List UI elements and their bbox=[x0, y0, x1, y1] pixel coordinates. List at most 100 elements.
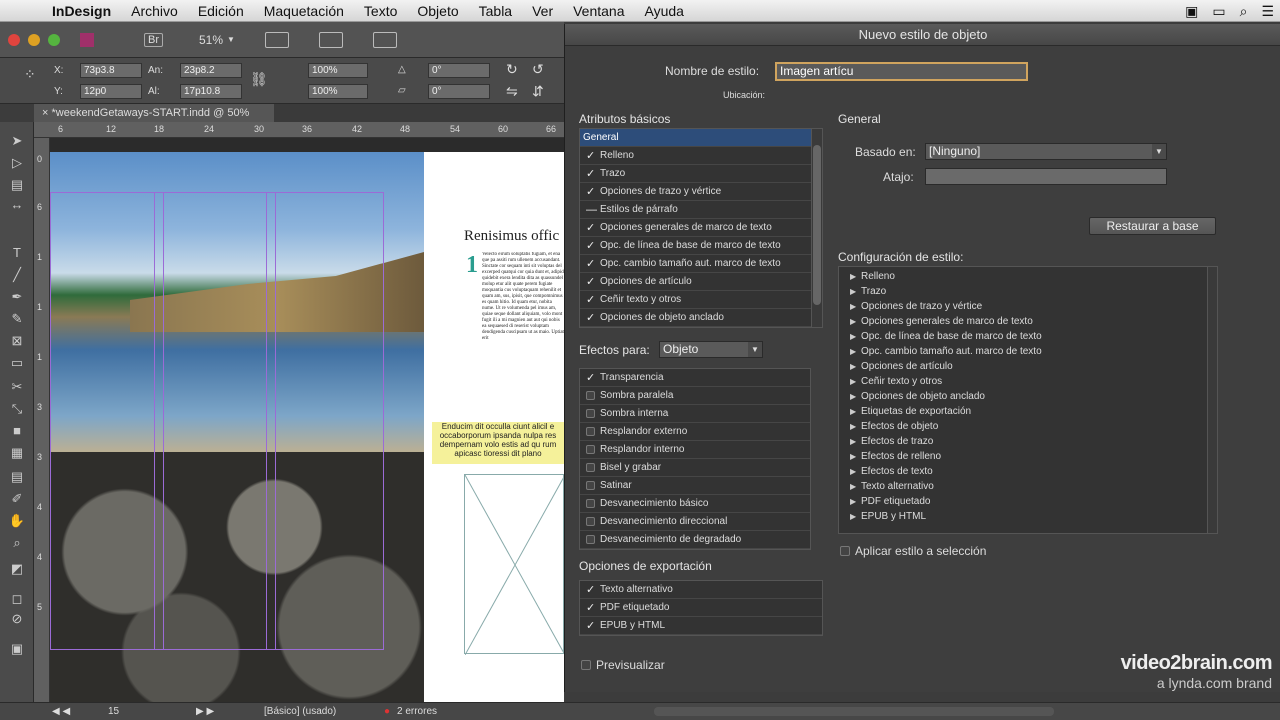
style-settings-scrollbar[interactable] bbox=[1207, 267, 1217, 533]
list-item[interactable]: ✓ EPUB y HTML bbox=[580, 617, 822, 635]
page-number[interactable]: 15 bbox=[108, 706, 119, 717]
tree-item[interactable]: ▶ PDF etiquetado bbox=[839, 494, 1217, 509]
rotate-cw-icon[interactable]: ↻ bbox=[506, 61, 518, 78]
camera-icon[interactable]: ▣ bbox=[1185, 3, 1198, 20]
shear-field[interactable]: 0° bbox=[428, 84, 490, 99]
checkbox-checked-icon[interactable]: ✓ bbox=[586, 237, 595, 255]
formatting-icon[interactable]: ◻ bbox=[8, 592, 26, 606]
checkbox-unchecked-icon[interactable] bbox=[586, 463, 595, 472]
gradient-feather-tool-icon[interactable]: ▦ bbox=[8, 446, 26, 460]
pencil-tool-icon[interactable]: ✎ bbox=[8, 312, 26, 326]
minimize-window-button[interactable] bbox=[28, 33, 40, 46]
checkbox-checked-icon[interactable]: ✓ bbox=[586, 599, 595, 617]
direct-selection-tool-icon[interactable]: ▷ bbox=[8, 156, 26, 170]
search-icon[interactable]: ⌕ bbox=[1240, 3, 1248, 20]
tree-item[interactable]: ▶ Trazo bbox=[839, 284, 1217, 299]
apply-style-checkbox[interactable] bbox=[840, 546, 850, 556]
menu-maquetacion[interactable]: Maquetación bbox=[254, 3, 354, 19]
list-item[interactable]: Desvanecimiento de degradado bbox=[580, 531, 810, 549]
disclosure-triangle-icon[interactable]: ▶ bbox=[850, 419, 856, 434]
list-item[interactable]: ✓ Opciones de artículo bbox=[580, 273, 822, 291]
tree-item[interactable]: ▶ Efectos de relleno bbox=[839, 449, 1217, 464]
checkbox-unchecked-icon[interactable] bbox=[586, 481, 595, 490]
checkbox-unchecked-icon[interactable] bbox=[586, 427, 595, 436]
chevron-down-icon[interactable]: ▼ bbox=[227, 35, 235, 44]
style-name-input[interactable]: Imagen artícu bbox=[775, 62, 1028, 81]
tree-item[interactable]: ▶ Opciones generales de marco de texto bbox=[839, 314, 1217, 329]
checkbox-checked-icon[interactable]: ✓ bbox=[586, 273, 595, 291]
pull-quote[interactable]: Enducim dit occulla ciunt alicil e occab… bbox=[432, 422, 564, 464]
list-item[interactable]: ✓ Opc. cambio tamaño aut. marco de texto bbox=[580, 255, 822, 273]
tree-item[interactable]: ▶ Opc. de línea de base de marco de texto bbox=[839, 329, 1217, 344]
menu-objeto[interactable]: Objeto bbox=[407, 3, 468, 19]
menu-texto[interactable]: Texto bbox=[354, 3, 407, 19]
disclosure-triangle-icon[interactable]: ▶ bbox=[850, 344, 856, 359]
preview-checkbox[interactable] bbox=[581, 660, 591, 670]
list-item[interactable]: ✓ Opc. de línea de base de marco de texto bbox=[580, 237, 822, 255]
flip-horizontal-icon[interactable]: ⇋ bbox=[506, 83, 518, 100]
disclosure-triangle-icon[interactable]: ▶ bbox=[850, 494, 856, 509]
list-item[interactable]: ✓ Ceñir texto y otros bbox=[580, 291, 822, 309]
disclosure-triangle-icon[interactable]: ▶ bbox=[850, 404, 856, 419]
checkbox-checked-icon[interactable]: ✓ bbox=[586, 617, 595, 635]
menu-ventana[interactable]: Ventana bbox=[563, 3, 634, 19]
list-item[interactable]: ✓ Texto alternativo bbox=[580, 581, 822, 599]
page-next-icon[interactable]: ▶ ▶ bbox=[196, 706, 214, 717]
disclosure-triangle-icon[interactable]: ▶ bbox=[850, 329, 856, 344]
tree-item[interactable]: ▶ Opciones de objeto anclado bbox=[839, 389, 1217, 404]
zoom-window-button[interactable] bbox=[48, 33, 60, 46]
checkbox-unchecked-icon[interactable] bbox=[586, 499, 595, 508]
rectangle-frame-tool-icon[interactable]: ⊠ bbox=[8, 334, 26, 348]
disclosure-triangle-icon[interactable]: ▶ bbox=[850, 449, 856, 464]
fill-stroke-icon[interactable]: ◩ bbox=[8, 562, 26, 576]
empty-graphic-frame[interactable] bbox=[464, 474, 564, 655]
checkbox-unchecked-icon[interactable] bbox=[586, 517, 595, 526]
checkbox-checked-icon[interactable]: ✓ bbox=[586, 291, 595, 309]
arrange-documents-icon[interactable] bbox=[372, 31, 397, 48]
coastal-photo[interactable] bbox=[50, 152, 424, 702]
checkbox-checked-icon[interactable]: ✓ bbox=[586, 183, 595, 201]
tree-item[interactable]: ▶ Opciones de trazo y vértice bbox=[839, 299, 1217, 314]
disclosure-triangle-icon[interactable]: ▶ bbox=[850, 299, 856, 314]
horizontal-scrollbar[interactable] bbox=[654, 707, 1054, 716]
list-item[interactable]: Desvanecimiento básico bbox=[580, 495, 810, 513]
list-item[interactable]: ✓ Opciones generales de marco de texto bbox=[580, 219, 822, 237]
zoom-tool-icon[interactable]: ⌕ bbox=[8, 536, 26, 550]
list-item[interactable]: ✓ Trazo bbox=[580, 165, 822, 183]
close-window-button[interactable] bbox=[8, 33, 20, 46]
menu-tabla[interactable]: Tabla bbox=[469, 3, 522, 19]
checkbox-checked-icon[interactable]: ✓ bbox=[586, 581, 595, 599]
gap-tool-icon[interactable]: ↔ bbox=[8, 198, 26, 212]
view-options-icon[interactable] bbox=[264, 31, 289, 48]
gradient-swatch-tool-icon[interactable]: ■ bbox=[8, 424, 26, 438]
checkbox-checked-icon[interactable]: ✓ bbox=[586, 165, 595, 183]
checkbox-checked-icon[interactable]: ✓ bbox=[586, 369, 595, 387]
list-item[interactable]: ✓ Opciones de trazo y vértice bbox=[580, 183, 822, 201]
height-field[interactable]: 17p10.8 bbox=[180, 84, 242, 99]
disclosure-triangle-icon[interactable]: ▶ bbox=[850, 359, 856, 374]
list-menu-icon[interactable]: ☰ bbox=[1261, 3, 1274, 20]
checkbox-unchecked-icon[interactable] bbox=[586, 445, 595, 454]
scale-y-field[interactable]: 100% bbox=[308, 84, 368, 99]
disclosure-triangle-icon[interactable]: ▶ bbox=[850, 269, 856, 284]
screen-icon[interactable]: ▭ bbox=[1212, 3, 1225, 20]
zoom-level[interactable]: 51% bbox=[199, 33, 223, 47]
list-item[interactable]: ✓ Opciones de objeto anclado bbox=[580, 309, 822, 327]
horizontal-ruler[interactable]: 6 12 18 24 30 36 42 48 54 60 66 bbox=[34, 122, 564, 138]
tree-item[interactable]: ▶ Efectos de texto bbox=[839, 464, 1217, 479]
tree-item[interactable]: ▶ Efectos de objeto bbox=[839, 419, 1217, 434]
x-field[interactable]: 73p3.8 bbox=[80, 63, 142, 78]
reset-to-base-button[interactable]: Restaurar a base bbox=[1089, 217, 1216, 235]
tree-item[interactable]: ▶ Relleno bbox=[839, 269, 1217, 284]
eyedropper-tool-icon[interactable]: ✐ bbox=[8, 492, 26, 506]
list-item[interactable]: ✓ PDF etiquetado bbox=[580, 599, 822, 617]
article-body-text[interactable]: Velecto eirum soluptatis fugiam, et ena … bbox=[464, 252, 564, 432]
object-style-status[interactable]: [Básico] (usado) bbox=[264, 706, 336, 717]
rotate-ccw-icon[interactable]: ↺ bbox=[532, 61, 544, 78]
checkbox-unchecked-icon[interactable] bbox=[586, 535, 595, 544]
menu-ver[interactable]: Ver bbox=[522, 3, 563, 19]
preflight-errors[interactable]: 2 errores bbox=[397, 706, 437, 717]
checkbox-checked-icon[interactable]: ✓ bbox=[586, 309, 595, 327]
checkbox-checked-icon[interactable]: ✓ bbox=[586, 255, 595, 273]
scale-x-field[interactable]: 100% bbox=[308, 63, 368, 78]
